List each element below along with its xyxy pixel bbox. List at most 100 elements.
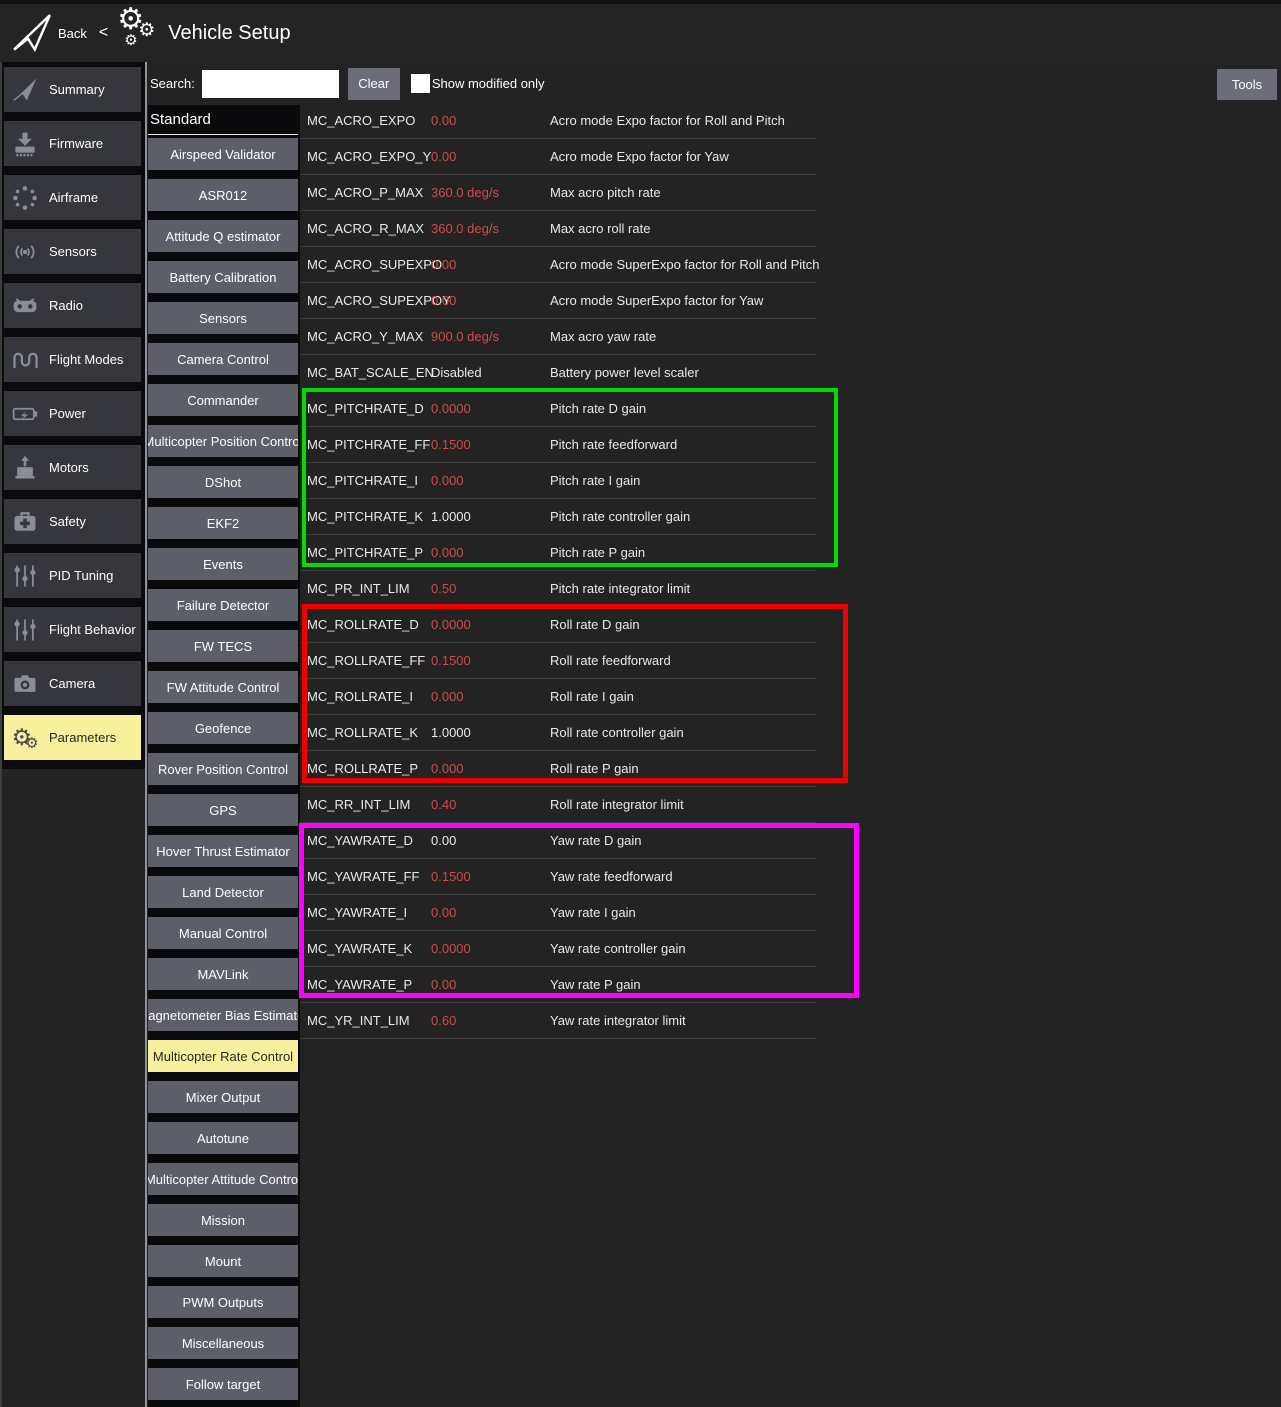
category-sensors[interactable]: Sensors [148,302,298,334]
category-mission[interactable]: Mission [148,1204,298,1236]
category-events[interactable]: Events [148,548,298,580]
parameter-row-mc-acro-r-max[interactable]: MC_ACRO_R_MAX360.0 deg/sMax acro roll ra… [300,211,816,247]
parameter-row-mc-rollrate-p[interactable]: MC_ROLLRATE_P0.000Roll rate P gain [300,751,816,787]
category-fw-attitude-control[interactable]: FW Attitude Control [148,671,298,703]
category-geofence[interactable]: Geofence [148,712,298,744]
parameter-value: 0.000 [431,761,550,776]
parameter-row-mc-pitchrate-d[interactable]: MC_PITCHRATE_D0.0000Pitch rate D gain [300,391,816,427]
parameter-row-mc-pitchrate-ff[interactable]: MC_PITCHRATE_FF0.1500Pitch rate feedforw… [300,427,816,463]
category-pwm-outputs[interactable]: PWM Outputs [148,1286,298,1318]
parameter-description: Max acro pitch rate [550,185,661,200]
category-follow-target[interactable]: Follow target [148,1368,298,1400]
category-battery-calibration[interactable]: Battery Calibration [148,261,298,293]
parameter-row-mc-acro-supexpo[interactable]: MC_ACRO_SUPEXPO0.00Acro mode SuperExpo f… [300,247,816,283]
parameter-row-mc-yawrate-p[interactable]: MC_YAWRATE_P0.00Yaw rate P gain [300,967,816,1003]
category-hover-thrust-estimator[interactable]: Hover Thrust Estimator [148,835,298,867]
parameter-row-mc-acro-expo[interactable]: MC_ACRO_EXPO0.00Acro mode Expo factor fo… [300,103,816,139]
category-fw-tecs[interactable]: FW TECS [148,630,298,662]
parameter-row-mc-acro-expo-y[interactable]: MC_ACRO_EXPO_Y0.00Acro mode Expo factor … [300,139,816,175]
sidebar-item-summary[interactable]: Summary [4,67,141,112]
clear-button[interactable]: Clear [348,68,400,100]
category-magnetometer-bias-estimator[interactable]: Magnetometer Bias Estimator [148,999,298,1031]
parameter-row-mc-rr-int-lim[interactable]: MC_RR_INT_LIM0.40Roll rate integrator li… [300,787,816,823]
sidebar-item-power[interactable]: Power [4,391,141,436]
category-airspeed-validator[interactable]: Airspeed Validator [148,138,298,170]
category-failure-detector[interactable]: Failure Detector [148,589,298,621]
parameter-row-mc-yawrate-ff[interactable]: MC_YAWRATE_FF0.1500Yaw rate feedforward [300,859,816,895]
category-gps[interactable]: GPS [148,794,298,826]
search-input[interactable] [202,70,339,98]
category-multicopter-position-control[interactable]: Multicopter Position Control [148,425,298,457]
parameter-description: Pitch rate controller gain [550,509,690,524]
back-button[interactable]: Back [58,26,87,41]
parameter-name: MC_ACRO_SUPEXPO [307,257,431,272]
sidebar-item-motors[interactable]: Motors [4,445,141,490]
sidebar-item-safety[interactable]: Safety [4,499,141,544]
show-modified-checkbox[interactable] [411,74,430,93]
parameter-row-mc-rollrate-k[interactable]: MC_ROLLRATE_K1.0000Roll rate controller … [300,715,816,751]
category-camera-control[interactable]: Camera Control [148,343,298,375]
sensors-icon [7,236,43,268]
sidebar-item-label: Summary [49,82,105,97]
parameter-row-mc-pitchrate-p[interactable]: MC_PITCHRATE_P0.000Pitch rate P gain [300,535,816,571]
category-group-header: Standard [148,105,300,134]
sidebar-item-firmware[interactable]: Firmware [4,121,141,166]
parameter-description: Acro mode SuperExpo factor for Yaw [550,293,763,308]
parameter-row-mc-pitchrate-i[interactable]: MC_PITCHRATE_I0.000Pitch rate I gain [300,463,816,499]
parameter-value: 1.0000 [431,509,550,524]
category-autotune[interactable]: Autotune [148,1122,298,1154]
category-multicopter-rate-control[interactable]: Multicopter Rate Control [148,1040,298,1072]
category-commander[interactable]: Commander [148,384,298,416]
category-mavlink[interactable]: MAVLink [148,958,298,990]
sidebar-item-flight-modes[interactable]: Flight Modes [4,337,141,382]
category-multicopter-attitude-control[interactable]: Multicopter Attitude Control [148,1163,298,1195]
parameter-row-mc-acro-p-max[interactable]: MC_ACRO_P_MAX360.0 deg/sMax acro pitch r… [300,175,816,211]
category-mixer-output[interactable]: Mixer Output [148,1081,298,1113]
sidebar-item-radio[interactable]: Radio [4,283,141,328]
parameter-name: MC_BAT_SCALE_EN [307,365,431,380]
parameter-row-mc-rollrate-d[interactable]: MC_ROLLRATE_D0.0000Roll rate D gain [300,607,816,643]
sidebar-item-flight-behavior[interactable]: Flight Behavior [4,607,141,652]
category-rover-position-control[interactable]: Rover Position Control [148,753,298,785]
category-dshot[interactable]: DShot [148,466,298,498]
parameter-row-mc-acro-supexpoy[interactable]: MC_ACRO_SUPEXPOY0.00Acro mode SuperExpo … [300,283,816,319]
parameter-name: MC_ROLLRATE_D [307,617,431,632]
category-miscellaneous[interactable]: Miscellaneous [148,1327,298,1359]
sidebar-item-pid-tuning[interactable]: PID Tuning [4,553,141,598]
parameter-category-column: Standard Airspeed Validator ASR012 Attitud… [148,105,300,1407]
sidebar-item-label: Power [49,406,86,421]
category-asr012[interactable]: ASR012 [148,179,298,211]
parameter-row-mc-rollrate-i[interactable]: MC_ROLLRATE_I0.000Roll rate I gain [300,679,816,715]
gears-icon: ⚙⚙ [7,722,43,754]
parameter-row-mc-acro-y-max[interactable]: MC_ACRO_Y_MAX900.0 deg/sMax acro yaw rat… [300,319,816,355]
parameter-row-mc-pr-int-lim[interactable]: MC_PR_INT_LIM0.50Pitch rate integrator l… [300,571,816,607]
parameter-row-mc-yr-int-lim[interactable]: MC_YR_INT_LIM0.60Yaw rate integrator lim… [300,1003,816,1039]
airframe-icon [7,182,43,214]
parameter-name: MC_YR_INT_LIM [307,1013,431,1028]
parameter-row-mc-rollrate-ff[interactable]: MC_ROLLRATE_FF0.1500Roll rate feedforwar… [300,643,816,679]
safety-icon [7,506,43,538]
parameter-row-mc-yawrate-k[interactable]: MC_YAWRATE_K0.0000Yaw rate controller ga… [300,931,816,967]
sidebar-item-parameters[interactable]: ⚙⚙Parameters [4,715,141,760]
parameter-value: Disabled [431,365,550,380]
category-mount[interactable]: Mount [148,1245,298,1277]
category-manual-control[interactable]: Manual Control [148,917,298,949]
parameter-value: 0.1500 [431,653,550,668]
parameter-row-mc-pitchrate-k[interactable]: MC_PITCHRATE_K1.0000Pitch rate controlle… [300,499,816,535]
parameter-value: 0.00 [431,113,550,128]
vehicle-setup-gears-icon: ⚙⚙⚙ [116,9,160,57]
parameter-row-mc-bat-scale-en[interactable]: MC_BAT_SCALE_ENDisabledBattery power lev… [300,355,816,391]
sidebar-item-sensors[interactable]: Sensors [4,229,141,274]
parameter-description: Pitch rate feedforward [550,437,677,452]
sidebar-item-camera[interactable]: Camera [4,661,141,706]
parameter-description: Pitch rate D gain [550,401,646,416]
tools-button[interactable]: Tools [1217,69,1277,100]
sidebar-item-airframe[interactable]: Airframe [4,175,141,220]
category-group-underline [148,134,298,135]
parameter-row-mc-yawrate-d[interactable]: MC_YAWRATE_D0.00Yaw rate D gain [300,823,816,859]
category-attitude-q-estimator[interactable]: Attitude Q estimator [148,220,298,252]
parameter-row-mc-yawrate-i[interactable]: MC_YAWRATE_I0.00Yaw rate I gain [300,895,816,931]
parameter-description: Max acro yaw rate [550,329,656,344]
category-land-detector[interactable]: Land Detector [148,876,298,908]
category-ekf2[interactable]: EKF2 [148,507,298,539]
